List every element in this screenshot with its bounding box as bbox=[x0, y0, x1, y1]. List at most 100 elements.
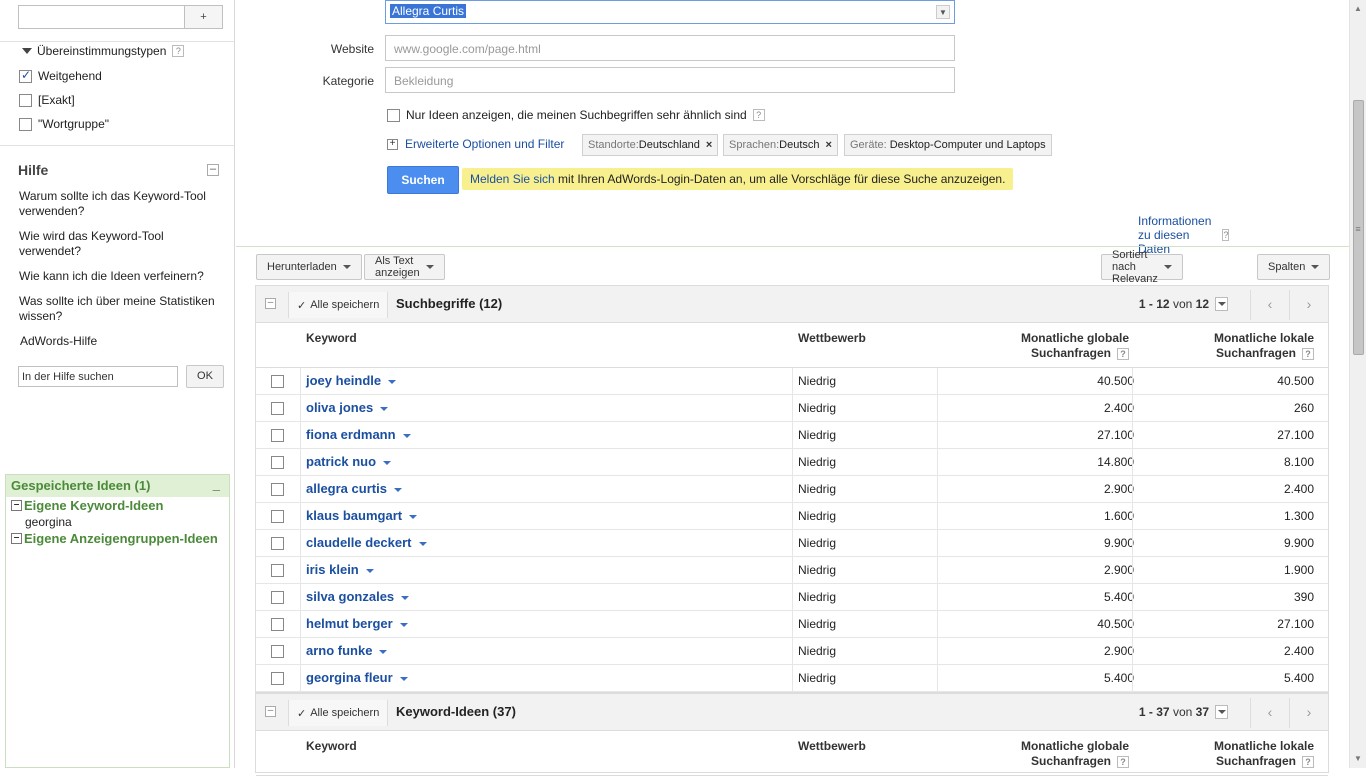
keyword-text[interactable]: patrick nuo bbox=[306, 454, 376, 469]
chevron-down-icon[interactable] bbox=[418, 541, 427, 546]
chevron-down-icon[interactable] bbox=[409, 514, 418, 519]
expand-icon[interactable]: + bbox=[387, 138, 398, 150]
help-icon[interactable]: ? bbox=[1117, 756, 1129, 768]
chevron-down-icon[interactable] bbox=[383, 460, 392, 465]
help-icon[interactable]: ? bbox=[1222, 229, 1230, 241]
keyword-text[interactable]: silva gonzales bbox=[306, 589, 394, 604]
row-checkbox[interactable] bbox=[271, 510, 284, 523]
keyword-text[interactable]: fiona erdmann bbox=[306, 427, 396, 442]
search-button[interactable]: Suchen bbox=[387, 166, 459, 194]
keyword-text[interactable]: allegra curtis bbox=[306, 481, 387, 496]
keyword-text[interactable]: oliva jones bbox=[306, 400, 373, 415]
chip-languages[interactable]: Sprachen: Deutsch × bbox=[723, 134, 838, 156]
help-icon[interactable]: ? bbox=[1302, 756, 1314, 768]
keyword-cell[interactable]: oliva jones bbox=[306, 395, 389, 421]
row-checkbox[interactable] bbox=[271, 645, 284, 658]
advanced-options-toggle[interactable]: + Erweiterte Optionen und Filter bbox=[387, 137, 564, 151]
keyword-cell[interactable]: joey heindle bbox=[306, 368, 397, 394]
keyword-cell[interactable]: klaus baumgart bbox=[306, 503, 418, 529]
keyword-cell[interactable]: patrick nuo bbox=[306, 449, 392, 475]
col-local[interactable]: Monatliche lokale Suchanfragen? bbox=[1214, 739, 1314, 769]
keyword-text[interactable]: arno funke bbox=[306, 643, 372, 658]
keyword-cell[interactable]: allegra curtis bbox=[306, 476, 402, 502]
chip-locations[interactable]: Standorte: Deutschland × bbox=[582, 134, 719, 156]
next-page-icon[interactable]: › bbox=[1289, 698, 1328, 728]
keyword-text[interactable]: helmut berger bbox=[306, 616, 393, 631]
row-checkbox[interactable] bbox=[271, 456, 284, 469]
competition-cell: Niedrig bbox=[798, 509, 837, 523]
category-input[interactable]: Bekleidung bbox=[385, 67, 955, 93]
competition-cell: Niedrig bbox=[798, 617, 837, 631]
help-icon[interactable]: ? bbox=[1117, 348, 1129, 360]
col-competition[interactable]: Wettbewerb bbox=[798, 331, 866, 346]
row-checkbox[interactable] bbox=[271, 483, 284, 496]
chevron-down-icon[interactable] bbox=[379, 649, 388, 654]
competition-cell: Niedrig bbox=[798, 644, 837, 658]
keyword-cell[interactable]: claudelle deckert bbox=[306, 530, 427, 556]
col-keyword[interactable]: Keyword bbox=[306, 331, 357, 346]
keyword-text[interactable]: georgina fleur bbox=[306, 670, 393, 685]
keyword-text[interactable]: joey heindle bbox=[306, 373, 381, 388]
collapse-icon[interactable]: – bbox=[265, 298, 276, 309]
page-scrollbar[interactable]: ▲ ≡ ▼ bbox=[1349, 0, 1366, 768]
row-checkbox[interactable] bbox=[271, 564, 284, 577]
chevron-down-icon[interactable] bbox=[402, 433, 411, 438]
column-divider bbox=[1132, 449, 1133, 475]
row-checkbox[interactable] bbox=[271, 618, 284, 631]
col-keyword[interactable]: Keyword bbox=[306, 739, 357, 754]
prev-page-icon[interactable]: ‹ bbox=[1250, 698, 1289, 728]
chevron-down-icon[interactable] bbox=[401, 595, 410, 600]
collapse-icon[interactable]: – bbox=[265, 706, 276, 717]
chevron-down-icon[interactable] bbox=[399, 622, 408, 627]
signin-link[interactable]: Melden Sie sich bbox=[470, 172, 555, 186]
row-checkbox[interactable] bbox=[271, 591, 284, 604]
chevron-down-icon[interactable] bbox=[399, 676, 408, 681]
col-global[interactable]: Monatliche globale Suchanfragen? bbox=[1021, 739, 1129, 769]
keyword-text[interactable]: klaus baumgart bbox=[306, 508, 402, 523]
similar-option[interactable]: Nur Ideen anzeigen, die meinen Suchbegri… bbox=[387, 108, 765, 122]
row-checkbox[interactable] bbox=[271, 429, 284, 442]
keyword-cell[interactable]: fiona erdmann bbox=[306, 422, 411, 448]
page-size-select[interactable] bbox=[1215, 297, 1228, 311]
website-input[interactable]: www.google.com/page.html bbox=[385, 35, 955, 61]
col-competition[interactable]: Wettbewerb bbox=[798, 739, 866, 754]
columns-button[interactable]: Spalten bbox=[1257, 254, 1331, 280]
chevron-down-icon[interactable] bbox=[365, 568, 374, 573]
close-icon[interactable]: × bbox=[826, 139, 832, 151]
save-all-button[interactable]: ✓ Alle speichern bbox=[288, 292, 389, 318]
save-all-button[interactable]: ✓ Alle speichern bbox=[288, 700, 389, 726]
prev-page-icon[interactable]: ‹ bbox=[1250, 290, 1289, 320]
advanced-options-link[interactable]: Erweiterte Optionen und Filter bbox=[405, 137, 564, 151]
close-icon[interactable]: × bbox=[706, 139, 712, 151]
scroll-up-icon[interactable]: ▲ bbox=[1353, 4, 1363, 14]
keyword-text[interactable]: iris klein bbox=[306, 562, 359, 577]
col-global[interactable]: Monatliche globale Suchanfragen? bbox=[1021, 331, 1129, 361]
next-page-icon[interactable]: › bbox=[1289, 290, 1328, 320]
chevron-down-icon[interactable] bbox=[393, 487, 402, 492]
page-size-select[interactable] bbox=[1215, 705, 1228, 719]
chip-devices[interactable]: Geräte: Desktop-Computer und Laptops bbox=[844, 134, 1052, 156]
row-checkbox[interactable] bbox=[271, 375, 284, 388]
keyword-cell[interactable]: arno funke bbox=[306, 638, 388, 664]
chevron-down-icon[interactable] bbox=[380, 406, 389, 411]
dropdown-arrow-icon[interactable]: ▼ bbox=[936, 5, 950, 19]
help-icon[interactable]: ? bbox=[752, 109, 765, 121]
text-view-button[interactable]: Als Text anzeigen bbox=[364, 254, 445, 280]
row-checkbox[interactable] bbox=[271, 402, 284, 415]
scroll-down-icon[interactable]: ▼ bbox=[1353, 754, 1363, 764]
similar-checkbox[interactable] bbox=[387, 108, 400, 122]
keyword-cell[interactable]: silva gonzales bbox=[306, 584, 410, 610]
col-local[interactable]: Monatliche lokale Suchanfragen? bbox=[1214, 331, 1314, 361]
download-button[interactable]: Herunterladen bbox=[256, 254, 362, 280]
divider bbox=[236, 246, 1349, 247]
keyword-cell[interactable]: helmut berger bbox=[306, 611, 408, 637]
chevron-down-icon[interactable] bbox=[388, 379, 397, 384]
keyword-cell[interactable]: iris klein bbox=[306, 557, 374, 583]
row-checkbox[interactable] bbox=[271, 537, 284, 550]
row-checkbox[interactable] bbox=[271, 672, 284, 685]
word-input[interactable]: Allegra Curtis ▼ bbox=[385, 0, 955, 24]
help-icon[interactable]: ? bbox=[1302, 348, 1314, 360]
keyword-text[interactable]: claudelle deckert bbox=[306, 535, 412, 550]
keyword-cell[interactable]: georgina fleur bbox=[306, 665, 408, 691]
sort-button[interactable]: Sortiert nach Relevanz bbox=[1101, 249, 1183, 285]
